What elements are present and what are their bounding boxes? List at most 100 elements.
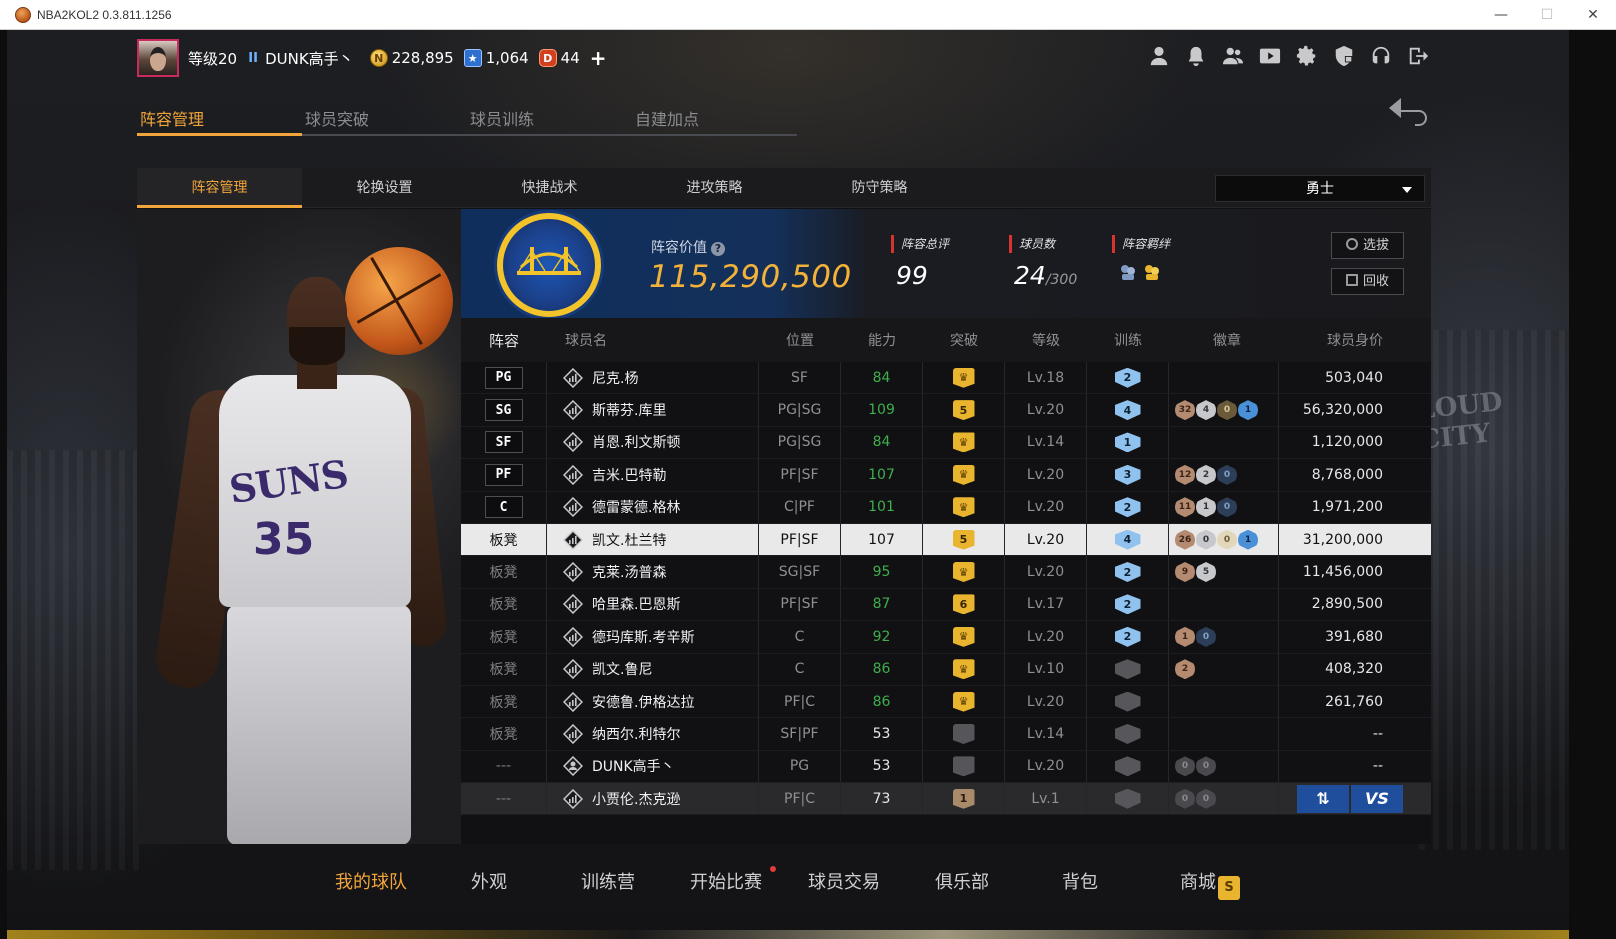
col-badges[interactable]: 徽章 xyxy=(1169,330,1279,350)
row-actions: ⇅ VS xyxy=(1297,784,1403,813)
warriors-logo xyxy=(497,213,601,317)
player-name[interactable]: 克莱.汤普森 xyxy=(592,562,666,582)
table-row[interactable]: PF 吉米.巴特勒 PF|SF 107 ♛ Lv.20 3 12 2 0 8,768… xyxy=(461,459,1431,492)
cell-training: 2 xyxy=(1087,556,1169,588)
cell-breakthrough: 5 xyxy=(923,394,1005,426)
player-name[interactable]: 德雷蒙德.格林 xyxy=(592,497,680,517)
player-name[interactable]: DUNK高手丶 xyxy=(592,756,675,776)
player-price: 503,040 xyxy=(1325,369,1383,386)
tab-training[interactable]: 球员训练 xyxy=(467,100,632,136)
subtab-defense[interactable]: 防守策略 xyxy=(797,168,962,208)
recycle-button[interactable]: 回收 xyxy=(1331,268,1404,295)
nav-training-camp[interactable]: 训练营 xyxy=(581,868,635,894)
subtab-lineup[interactable]: 阵容管理 xyxy=(137,168,302,208)
player-name[interactable]: 肖恩.利文斯顿 xyxy=(592,432,680,452)
cell-ability: 86 xyxy=(841,685,923,718)
table-row[interactable]: SF 肖恩.利文斯顿 PG|SG 84 ♛ Lv.14 1 1,120,000 xyxy=(461,426,1431,460)
table-row[interactable]: 板凳 凯文.鲁尼 C 86 ♛ Lv.10 2 408,320 xyxy=(461,653,1431,686)
player-name[interactable]: 德玛库斯.考辛斯 xyxy=(592,627,694,647)
add-currency-button[interactable]: + xyxy=(590,46,607,70)
shield-lock-icon[interactable] xyxy=(1332,44,1355,67)
cell-price: 2,890,500 xyxy=(1279,589,1409,620)
col-ability[interactable]: 能力 xyxy=(841,330,923,350)
nav-player-trade[interactable]: 球员交易 xyxy=(808,868,880,894)
lineup-slot[interactable]: PF xyxy=(484,463,523,486)
stat-players-value: 24/300 xyxy=(1009,261,1077,290)
logout-icon[interactable] xyxy=(1406,44,1429,67)
player-name[interactable]: 纳西尔.利特尔 xyxy=(592,724,680,744)
subtab-rotation[interactable]: 轮换设置 xyxy=(302,168,467,208)
player-signal-icon xyxy=(563,562,583,583)
minimize-button[interactable]: — xyxy=(1478,0,1524,30)
col-level[interactable]: 等级 xyxy=(1005,330,1087,350)
table-row[interactable]: 板凳 克莱.汤普森 SG|SF 95 ♛ Lv.20 2 95 11,456,0… xyxy=(461,556,1431,589)
player-ability: 84 xyxy=(872,369,891,386)
badge-dim-icon: 0 xyxy=(1196,788,1216,809)
gear-icon[interactable] xyxy=(1295,44,1318,67)
subtab-quick-tactics[interactable]: 快捷战术 xyxy=(467,168,632,208)
col-price[interactable]: 球员身价 xyxy=(1279,330,1409,350)
player-level-value: Lv.14 xyxy=(1026,434,1065,451)
nav-my-team[interactable]: 我的球队 xyxy=(335,868,407,894)
lineup-slot[interactable]: SG xyxy=(484,399,523,422)
nav-start-game[interactable]: 开始比赛 xyxy=(690,868,762,894)
bond-icons[interactable] xyxy=(1112,263,1170,281)
nav-club[interactable]: 俱乐部 xyxy=(935,868,989,894)
back-arrow-icon[interactable] xyxy=(1387,96,1431,128)
maximize-button[interactable]: ☐ xyxy=(1524,0,1570,30)
col-name[interactable]: 球员名 xyxy=(547,330,759,350)
cell-training xyxy=(1087,685,1169,718)
cell-position: PG|SG xyxy=(759,394,841,426)
table-row[interactable]: 板凳 凯文.杜兰特 PF|SF 107 5 Lv.20 4 26 0 0 1 31,2… xyxy=(461,523,1431,557)
player-name[interactable]: 尼克.杨 xyxy=(592,368,638,388)
table-row[interactable]: 板凳 安德鲁.伊格达拉 PF|C 86 ♛ Lv.20 261,760 xyxy=(461,685,1431,719)
player-price: -- xyxy=(1372,725,1383,742)
player-name[interactable]: 凯文.鲁尼 xyxy=(592,659,652,679)
col-breakthrough[interactable]: 突破 xyxy=(923,330,1005,350)
cell-name: DUNK高手丶 xyxy=(547,750,759,783)
lineup-slot[interactable]: C xyxy=(484,496,523,519)
nav-appearance[interactable]: 外观 xyxy=(471,868,507,894)
player-name[interactable]: 哈里森.巴恩斯 xyxy=(592,594,680,614)
close-button[interactable]: ✕ xyxy=(1570,0,1616,30)
table-row[interactable]: --- 小贾伦.杰克逊 PF|C 73 1 Lv.1 00 ⇅ VS xyxy=(461,783,1431,816)
player-name[interactable]: 安德鲁.伊格达拉 xyxy=(592,692,694,712)
video-play-icon[interactable] xyxy=(1258,44,1281,67)
swap-button[interactable]: ⇅ xyxy=(1297,784,1349,813)
player-name[interactable]: 吉米.巴特勒 xyxy=(592,465,666,485)
table-row[interactable]: SG 斯蒂芬.库里 PG|SG 109 5 Lv.20 4 32 4 0 1 56,3… xyxy=(461,394,1431,427)
table-row[interactable]: PG 尼克.杨 SF 84 ♛ Lv.18 2 503,040 xyxy=(461,362,1431,395)
table-row[interactable]: 板凳 德玛库斯.考辛斯 C 92 ♛ Lv.20 2 10 391,680 xyxy=(461,621,1431,654)
friends-icon[interactable] xyxy=(1221,44,1244,67)
col-training[interactable]: 训练 xyxy=(1087,330,1169,350)
table-row[interactable]: 板凳 哈里森.巴恩斯 PF|SF 87 6 Lv.17 2 2,890,500 xyxy=(461,588,1431,622)
profile-icon[interactable] xyxy=(1147,44,1170,67)
compare-vs-button[interactable]: VS xyxy=(1351,784,1403,813)
tab-custom-points[interactable]: 自建加点 xyxy=(632,100,797,136)
arena-banner: LOUD CITY xyxy=(1415,386,1504,456)
nav-shop[interactable]: 商城 S xyxy=(1180,868,1240,900)
lineup-slot[interactable]: SF xyxy=(484,431,523,454)
team-dropdown[interactable]: 勇士 xyxy=(1215,175,1425,202)
avatar[interactable] xyxy=(137,39,179,77)
nav-backpack[interactable]: 背包 xyxy=(1062,868,1098,894)
currency-value: 1,064 xyxy=(485,49,529,67)
headset-support-icon[interactable] xyxy=(1369,44,1392,67)
player-name[interactable]: 斯蒂芬.库里 xyxy=(592,400,666,420)
lineup-slot[interactable]: PG xyxy=(484,366,523,389)
help-icon[interactable]: ? xyxy=(711,242,725,256)
player-name[interactable]: 凯文.杜兰特 xyxy=(592,530,666,550)
player-price: 2,890,500 xyxy=(1311,596,1383,613)
bell-icon[interactable] xyxy=(1184,44,1207,67)
tab-breakthrough[interactable]: 球员突破 xyxy=(302,100,467,136)
col-lineup[interactable]: 阵容 xyxy=(461,330,547,351)
table-row[interactable]: --- DUNK高手丶 PG 53 Lv.20 00 -- xyxy=(461,750,1431,784)
table-row[interactable]: C 德雷蒙德.格林 C|PF 101 ♛ Lv.20 2 11 1 0 1,971,… xyxy=(461,491,1431,524)
select-button[interactable]: 选拔 xyxy=(1331,232,1404,259)
subtab-offense[interactable]: 进攻策略 xyxy=(632,168,797,208)
tab-lineup[interactable]: 阵容管理 xyxy=(137,100,302,136)
table-row[interactable]: 板凳 纳西尔.利特尔 SF|PF 53 Lv.14 -- xyxy=(461,718,1431,751)
player-name[interactable]: 小贾伦.杰克逊 xyxy=(592,789,680,809)
cell-lineup: 板凳 xyxy=(461,621,547,653)
col-position[interactable]: 位置 xyxy=(759,330,841,350)
